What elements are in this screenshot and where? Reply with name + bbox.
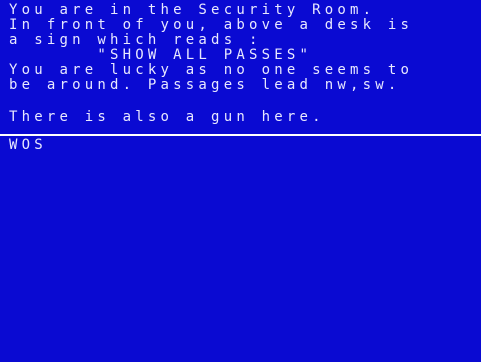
room-description: You are in the Security Room. In front o… (9, 3, 479, 125)
description-line: You are lucky as no one seems to (9, 62, 414, 78)
divider-line (0, 134, 481, 136)
sign-text: "SHOW ALL PASSES" (9, 47, 313, 63)
command-input[interactable]: WOS (9, 138, 47, 153)
description-line: a sign which reads : (9, 32, 262, 48)
game-screen: You are in the Security Room. In front o… (0, 0, 481, 362)
description-line: In front of you, above a desk is (9, 17, 414, 33)
description-line: be around. Passages lead nw,sw. (9, 77, 401, 93)
object-line: There is also a gun here. (9, 109, 325, 125)
description-line: You are in the Security Room. (9, 3, 376, 18)
